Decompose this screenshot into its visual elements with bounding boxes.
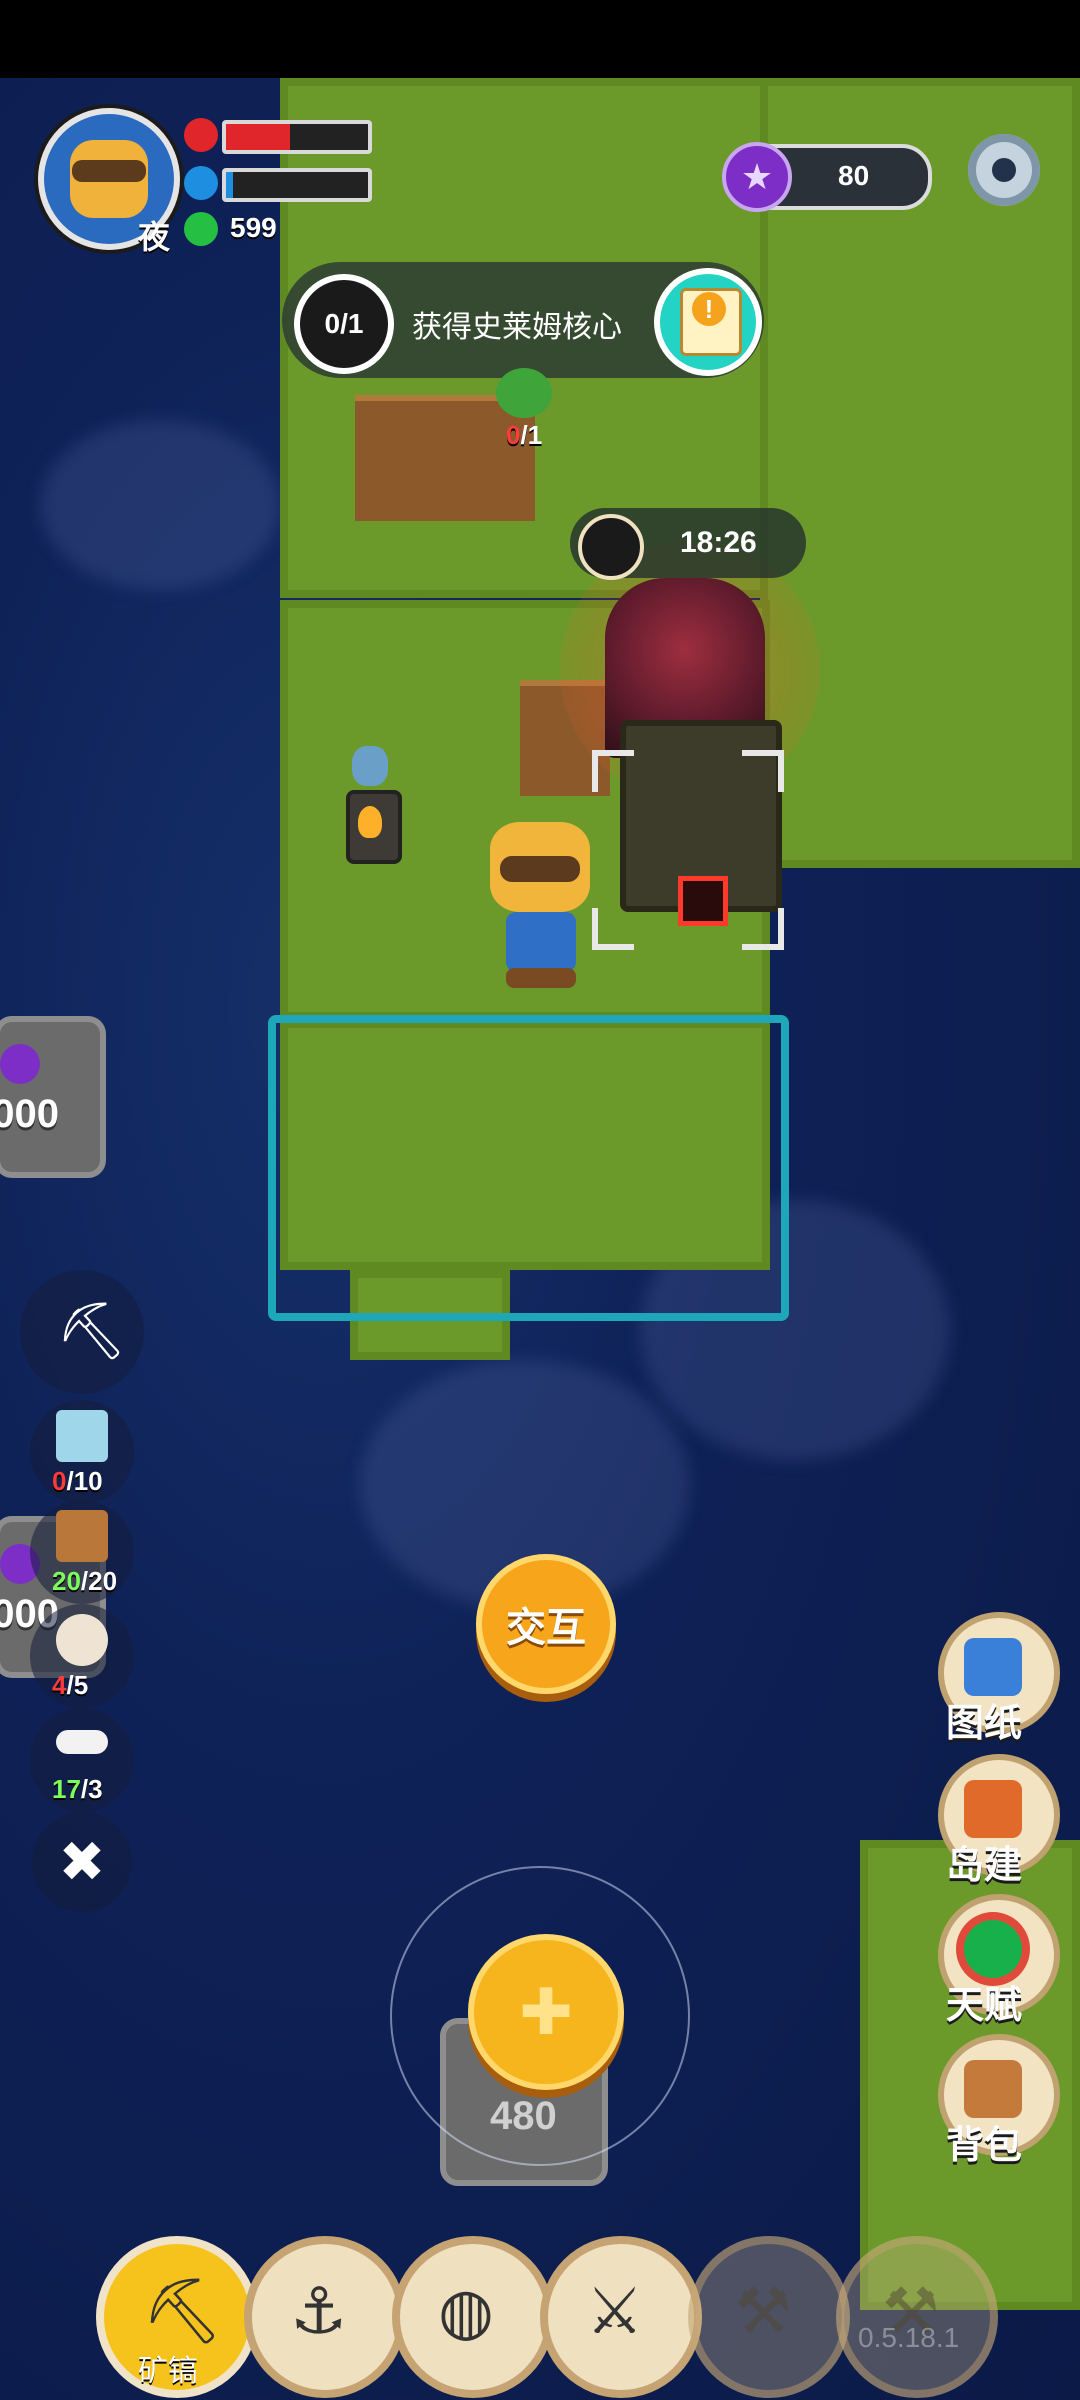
island-build-label: 岛建 bbox=[946, 1845, 1023, 1887]
heart-icon bbox=[184, 118, 218, 152]
version-label: 0.5.18.1 bbox=[858, 2322, 960, 2353]
target-bracket-icon bbox=[742, 750, 784, 792]
shrine-core-icon bbox=[678, 876, 728, 926]
count-current: 17 bbox=[52, 1774, 81, 1804]
side-card-value: 0000 bbox=[0, 1092, 59, 1136]
boss-timer-value: 18:26 bbox=[680, 526, 757, 559]
count-total: /20 bbox=[80, 1566, 118, 1596]
blueprint-label: 图纸 bbox=[946, 1703, 1023, 1745]
star-currency-value: 80 bbox=[838, 160, 870, 191]
inventory-item[interactable]: 4/5 bbox=[30, 1604, 134, 1708]
pickaxe-icon: ⛏ bbox=[142, 2275, 224, 2347]
pickaxe-slot[interactable]: ⛏ bbox=[20, 1270, 144, 1394]
toolbar-net[interactable]: ◍ bbox=[392, 2236, 554, 2398]
health-bar bbox=[222, 120, 372, 154]
target-bracket-icon bbox=[592, 750, 634, 792]
mana-icon bbox=[184, 166, 218, 200]
backpack-label: 背包 bbox=[946, 2125, 1023, 2167]
glass-icon bbox=[56, 1410, 108, 1462]
inventory-count: 0/10 bbox=[52, 1466, 103, 1497]
talent-orb-icon bbox=[964, 1920, 1022, 1978]
player-character bbox=[480, 812, 600, 992]
interact-button[interactable]: 交互 bbox=[476, 1554, 616, 1694]
quest-item-current: 0 bbox=[506, 420, 521, 450]
quest-text: 获得史莱姆核心 bbox=[412, 311, 622, 344]
lantern-npc[interactable] bbox=[340, 740, 402, 880]
inventory-item[interactable]: 17/3 bbox=[30, 1708, 134, 1812]
inventory-count: 20/20 bbox=[52, 1566, 117, 1597]
mana-bar bbox=[222, 168, 372, 202]
inventory-count: 4/5 bbox=[52, 1670, 88, 1701]
status-bar-area bbox=[0, 0, 1080, 78]
inventory-item[interactable]: 0/10 bbox=[30, 1400, 134, 1504]
blueprint-icon bbox=[964, 1638, 1022, 1696]
quest-progress: 0/1 bbox=[324, 308, 364, 339]
avatar-goggles bbox=[72, 160, 146, 182]
side-currency-card[interactable]: 0000 bbox=[0, 1016, 106, 1178]
toolbar-locked-slot[interactable]: ⚒ bbox=[688, 2236, 850, 2398]
target-bracket-icon bbox=[742, 908, 784, 950]
backpack-icon bbox=[964, 2060, 1022, 2118]
talent-label: 天赋 bbox=[946, 1985, 1023, 2027]
cloud bbox=[40, 420, 280, 590]
health-bar-fill bbox=[226, 124, 290, 150]
player-name: 夜 bbox=[138, 219, 171, 255]
star-coin-icon bbox=[0, 1044, 40, 1084]
toolbar-locked-slot[interactable]: ⚒ bbox=[836, 2236, 998, 2398]
quest-item-total: /1 bbox=[520, 420, 543, 450]
hook-icon: ⚓ bbox=[290, 2275, 348, 2347]
mana-bar-fill bbox=[226, 172, 234, 198]
bug-icon bbox=[352, 746, 388, 786]
bone-icon bbox=[56, 1730, 108, 1754]
sword-icon: ⚔ bbox=[586, 2275, 644, 2347]
boss-timer: 18:26 bbox=[570, 508, 806, 580]
count-total: /10 bbox=[66, 1466, 103, 1496]
quest-item-count: 0/1 bbox=[506, 420, 542, 451]
close-icon[interactable]: ✖ bbox=[32, 1812, 132, 1912]
hammer-icon: ⚒ bbox=[734, 2275, 792, 2347]
toolbar-sword[interactable]: ⚔ bbox=[540, 2236, 702, 2398]
gem-icon bbox=[184, 212, 218, 246]
exclamation-icon: ! bbox=[692, 292, 726, 326]
shrine-altar[interactable] bbox=[620, 720, 782, 926]
count-current: 20 bbox=[52, 1566, 81, 1596]
wood-icon bbox=[56, 1510, 108, 1562]
dpad-icon: ✚ bbox=[519, 1976, 573, 2048]
joystick-knob[interactable]: ✚ bbox=[468, 1934, 624, 2090]
hero-goggles bbox=[500, 856, 580, 882]
toolbar-hook[interactable]: ⚓ bbox=[244, 2236, 406, 2398]
star-currency[interactable]: ★ 80 bbox=[722, 142, 932, 212]
house-icon bbox=[964, 1780, 1022, 1838]
count-total: /3 bbox=[80, 1774, 103, 1804]
clover-item-icon bbox=[496, 368, 552, 418]
count-current: 4 bbox=[52, 1670, 67, 1700]
hero-feet bbox=[506, 968, 576, 988]
hero-body bbox=[506, 912, 576, 972]
egg-icon bbox=[56, 1614, 108, 1666]
quest-progress-icon: 0/1 bbox=[294, 274, 394, 374]
count-total: /5 bbox=[66, 1670, 89, 1700]
net-icon: ◍ bbox=[438, 2275, 494, 2347]
inventory-item[interactable]: 20/20 bbox=[30, 1500, 134, 1604]
quest-notice-icon[interactable]: ! bbox=[654, 268, 762, 376]
star-coin-icon: ★ bbox=[722, 142, 792, 212]
quest-tracker[interactable]: 0/1 获得史莱姆核心 ! bbox=[282, 262, 764, 378]
pickaxe-icon: ⛏ bbox=[56, 1299, 128, 1362]
flame-icon bbox=[358, 806, 382, 838]
island-shoreline bbox=[268, 1015, 789, 1321]
gem-count: 599 bbox=[230, 212, 277, 243]
gear-icon[interactable] bbox=[968, 134, 1040, 206]
count-current: 0 bbox=[52, 1466, 67, 1496]
inventory-count: 17/3 bbox=[52, 1774, 103, 1805]
skull-icon bbox=[578, 514, 644, 580]
toolbar-pickaxe-label: 矿镐 bbox=[138, 2355, 198, 2388]
